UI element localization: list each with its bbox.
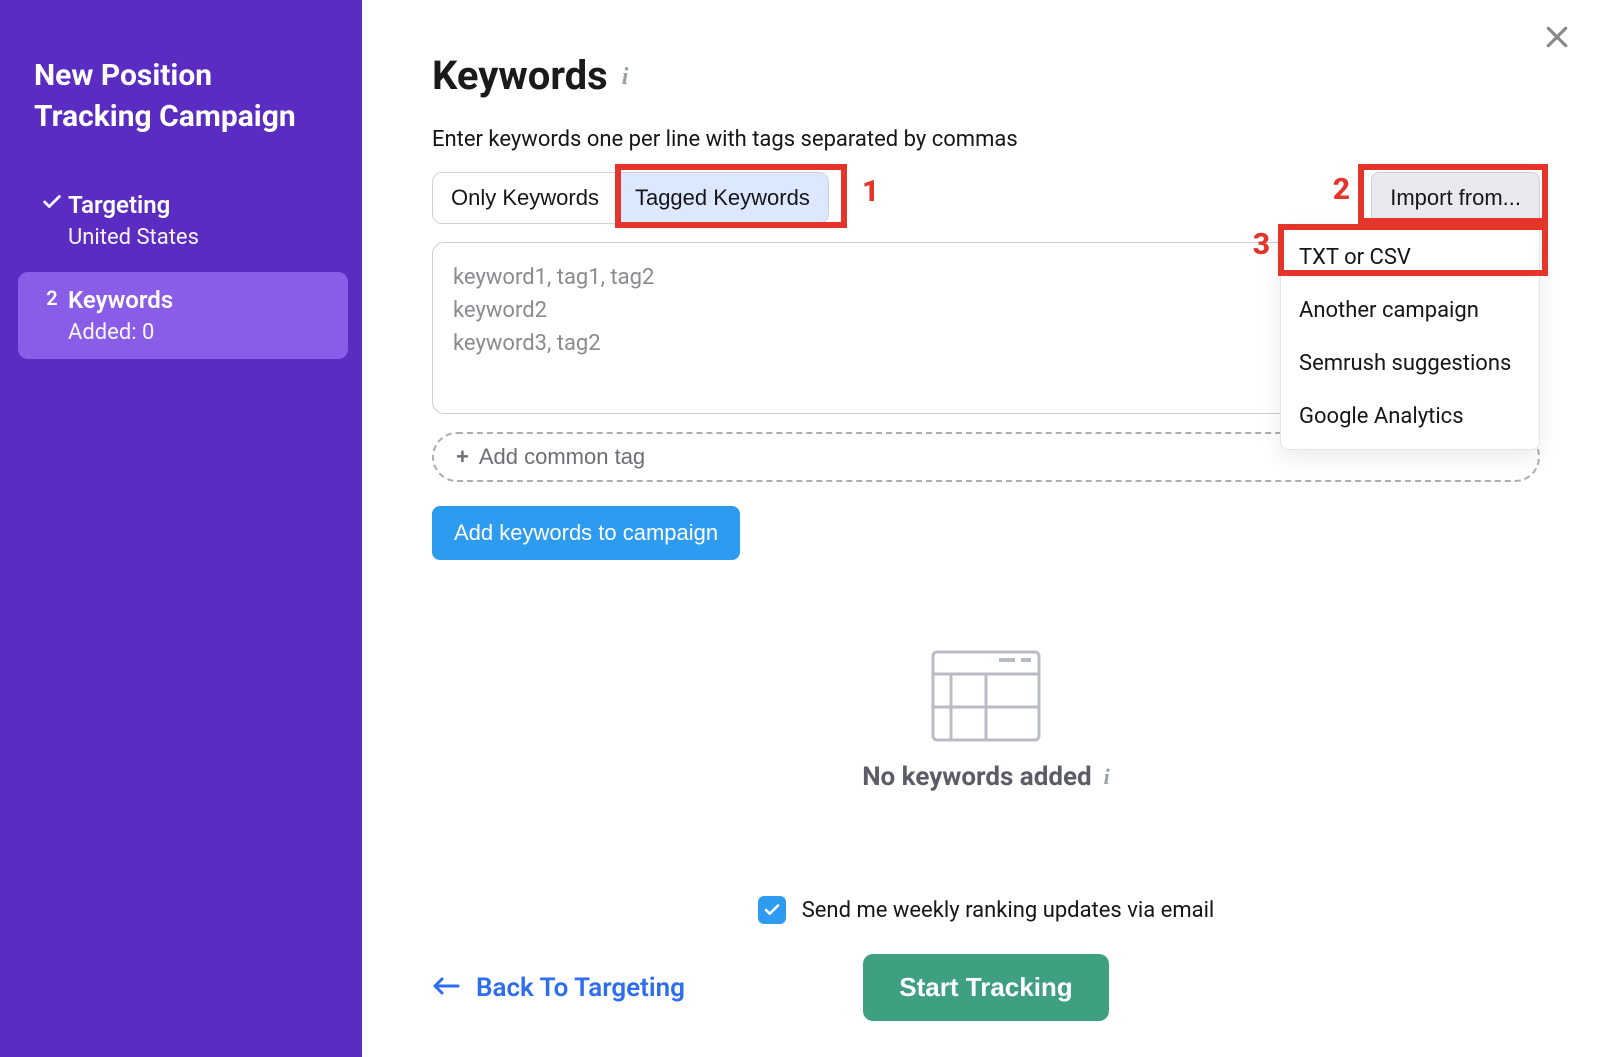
step-number: 2 [36, 286, 68, 310]
import-option-another-campaign[interactable]: Another campaign [1281, 284, 1539, 337]
arrow-left-icon [432, 973, 460, 1003]
check-icon [36, 191, 68, 218]
start-tracking-button[interactable]: Start Tracking [863, 954, 1108, 1021]
import-from-button[interactable]: Import from... [1371, 172, 1540, 224]
info-icon[interactable]: i [622, 64, 629, 91]
close-icon[interactable] [1542, 22, 1572, 56]
annotation-number-1: 1 [862, 174, 879, 209]
page-title-text: Keywords [432, 52, 608, 99]
back-link-label: Back To Targeting [476, 973, 685, 1003]
info-icon[interactable]: i [1104, 764, 1110, 790]
tagged-keywords-tab[interactable]: Tagged Keywords [617, 173, 828, 223]
import-option-txt-csv[interactable]: TXT or CSV [1281, 231, 1539, 284]
step-label: Targeting [68, 191, 199, 219]
plus-icon: + [456, 444, 469, 470]
page-title: Keywords i [432, 52, 1540, 99]
only-keywords-tab[interactable]: Only Keywords [433, 173, 617, 223]
add-keywords-button[interactable]: Add keywords to campaign [432, 506, 740, 560]
instructions-text: Enter keywords one per line with tags se… [432, 127, 1540, 152]
import-wrapper: Import from... TXT or CSV Another campai… [1371, 172, 1540, 224]
weekly-updates-label: Send me weekly ranking updates via email [802, 898, 1215, 923]
weekly-updates-row: Send me weekly ranking updates via email [432, 896, 1540, 924]
step-sublabel: Added: 0 [68, 320, 173, 345]
wizard-step-targeting[interactable]: Targeting United States [18, 177, 348, 264]
back-to-targeting-link[interactable]: Back To Targeting [432, 973, 685, 1003]
step-label: Keywords [68, 286, 173, 314]
main-panel: Keywords i Enter keywords one per line w… [362, 0, 1600, 1057]
wizard-step-keywords[interactable]: 2 Keywords Added: 0 [18, 272, 348, 359]
weekly-updates-checkbox[interactable] [758, 896, 786, 924]
empty-table-icon [931, 650, 1041, 742]
annotation-number-2: 2 [1333, 172, 1350, 207]
toggle-row: Only Keywords Tagged Keywords Import fro… [432, 172, 1540, 224]
wizard-footer: Send me weekly ranking updates via email… [432, 896, 1540, 1021]
import-option-google-analytics[interactable]: Google Analytics [1281, 390, 1539, 443]
sidebar-title: New Position Tracking Campaign [34, 56, 332, 137]
add-common-tag-label: Add common tag [479, 444, 645, 470]
step-sublabel: United States [68, 225, 199, 250]
empty-state: No keywords added i [432, 650, 1540, 792]
import-dropdown: TXT or CSV Another campaign Semrush sugg… [1280, 224, 1540, 450]
import-option-semrush[interactable]: Semrush suggestions [1281, 337, 1539, 390]
keywords-mode-toggle: Only Keywords Tagged Keywords [432, 172, 829, 224]
empty-state-title: No keywords added [862, 762, 1091, 792]
wizard-sidebar: New Position Tracking Campaign Targeting… [0, 0, 362, 1057]
